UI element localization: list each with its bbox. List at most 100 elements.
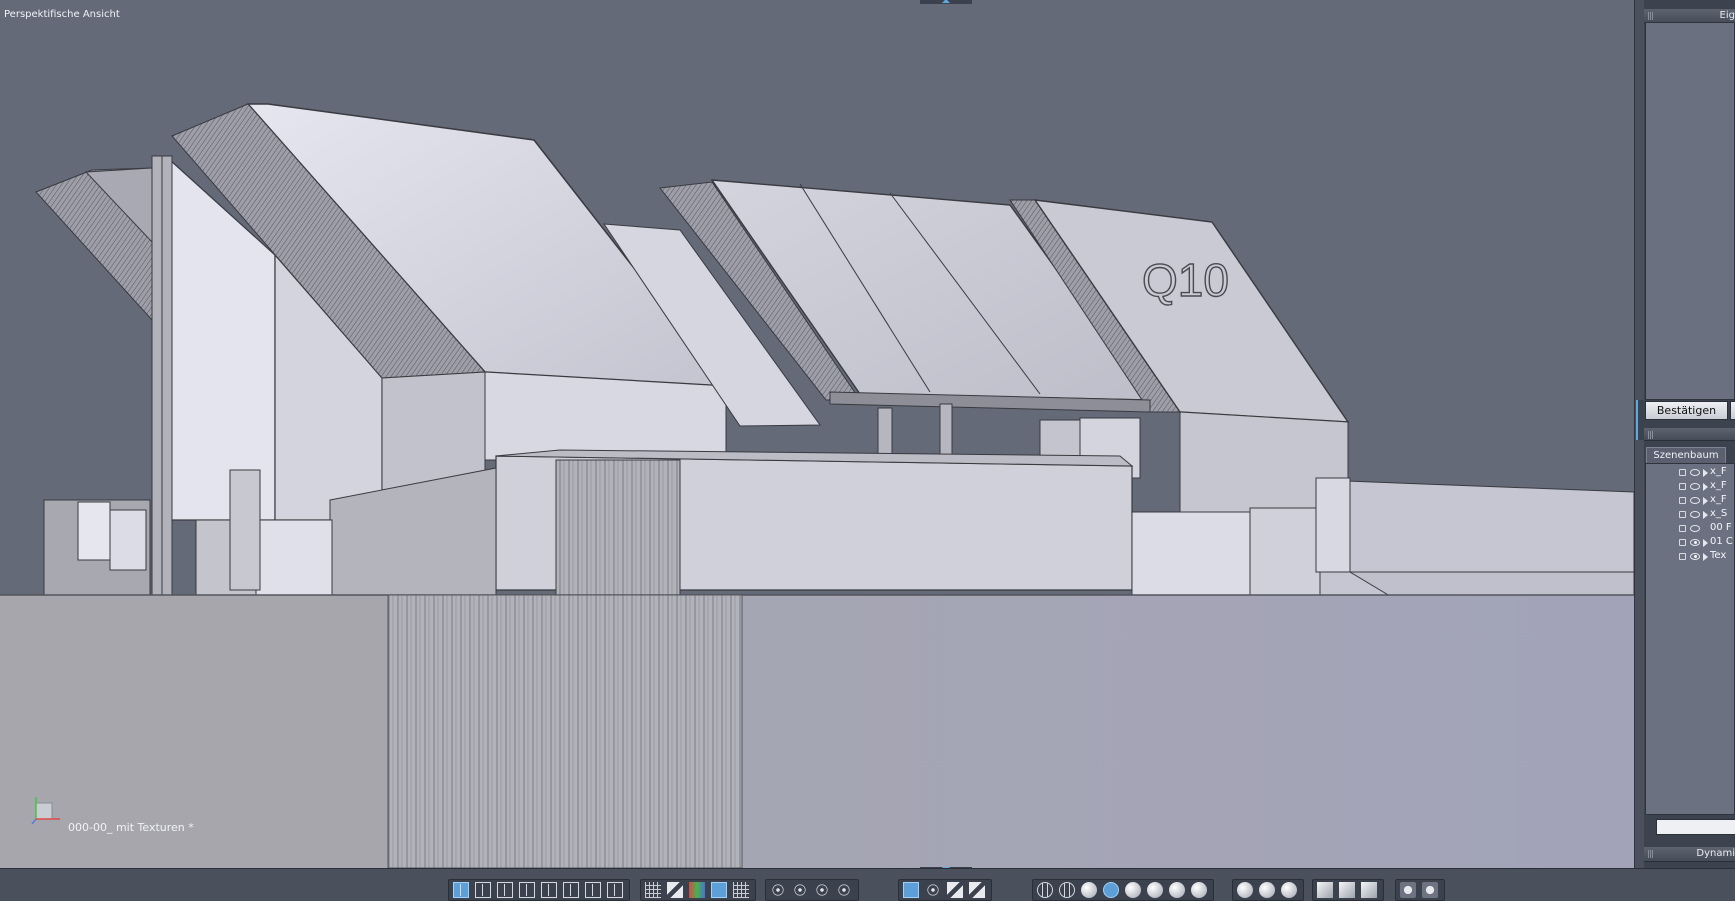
hidden-line-icon[interactable] bbox=[1103, 882, 1119, 898]
right-panel: Eig Bestätigen Szenenbaum x_F x_F x_F x_… bbox=[1644, 0, 1735, 868]
eye-icon[interactable] bbox=[1690, 469, 1700, 476]
lock-icon[interactable] bbox=[1679, 469, 1686, 476]
scene-tree-input[interactable] bbox=[1656, 819, 1735, 835]
lock-icon[interactable] bbox=[1679, 525, 1686, 532]
lock-icon[interactable] bbox=[1679, 553, 1686, 560]
grid-fine-icon[interactable] bbox=[733, 882, 749, 898]
expand-arrow-icon[interactable] bbox=[1703, 469, 1708, 477]
transform-group bbox=[898, 879, 992, 901]
tab-scene-tree[interactable]: Szenenbaum bbox=[1646, 447, 1726, 463]
dynamics-panel-header[interactable]: Dynami bbox=[1644, 847, 1735, 862]
camera-icon[interactable] bbox=[1422, 882, 1438, 898]
tree-item-label: x_S bbox=[1710, 508, 1728, 519]
layout-3b-icon[interactable] bbox=[519, 882, 535, 898]
light-sphere-icon[interactable] bbox=[1237, 882, 1253, 898]
eye-icon[interactable] bbox=[1690, 483, 1700, 490]
move-view-icon[interactable] bbox=[794, 884, 806, 896]
tree-item-label: Tex bbox=[1710, 550, 1727, 561]
wireframe-icon[interactable] bbox=[1037, 882, 1053, 898]
eye-icon[interactable] bbox=[1690, 497, 1700, 504]
layout-2h-icon[interactable] bbox=[475, 882, 491, 898]
panel-splitter[interactable] bbox=[1634, 0, 1644, 868]
fit-view-icon[interactable] bbox=[772, 884, 784, 896]
lock-icon[interactable] bbox=[1679, 497, 1686, 504]
properties-panel-title: Eig bbox=[1719, 10, 1735, 21]
expand-arrow-icon[interactable] bbox=[1703, 511, 1708, 519]
white-sphere-icon[interactable] bbox=[1191, 882, 1207, 898]
tree-item[interactable]: 01 C bbox=[1646, 536, 1735, 550]
panel-icon[interactable] bbox=[1361, 882, 1377, 898]
move-tool-icon[interactable] bbox=[927, 884, 939, 896]
layout-3d-icon[interactable] bbox=[563, 882, 579, 898]
expand-arrow-icon[interactable] bbox=[1703, 497, 1708, 505]
tree-item-label: x_F bbox=[1710, 480, 1727, 491]
flat-shade-icon[interactable] bbox=[1081, 882, 1097, 898]
tree-item-label: x_F bbox=[1710, 466, 1727, 477]
layout-single-icon[interactable] bbox=[453, 882, 469, 898]
zoom-icon[interactable] bbox=[816, 884, 828, 896]
grid-icon[interactable] bbox=[645, 882, 661, 898]
eye-icon[interactable] bbox=[1690, 525, 1700, 532]
color-grid-icon[interactable] bbox=[689, 882, 705, 898]
layout-3a-icon[interactable] bbox=[497, 882, 513, 898]
bottom-toolbar bbox=[0, 868, 1735, 901]
3d-scene: Q10 bbox=[0, 103, 1634, 868]
building-label: Q10 bbox=[1142, 254, 1229, 306]
rotate-tool-icon[interactable] bbox=[947, 882, 963, 898]
expand-arrow-icon[interactable] bbox=[1703, 553, 1708, 561]
tree-item[interactable]: x_F bbox=[1646, 494, 1735, 508]
splitter-grip[interactable] bbox=[1636, 400, 1644, 440]
cube-icon[interactable] bbox=[1317, 882, 1333, 898]
eye-icon[interactable] bbox=[1690, 553, 1700, 560]
spot-light-icon[interactable] bbox=[1259, 882, 1275, 898]
scene-tree: x_F x_F x_F x_S 00 F 01 C Tex bbox=[1645, 463, 1735, 815]
lock-icon[interactable] bbox=[1679, 511, 1686, 518]
tree-item[interactable]: Tex bbox=[1646, 550, 1735, 564]
layout-4-icon[interactable] bbox=[607, 882, 623, 898]
layout-group bbox=[448, 879, 630, 901]
expand-arrow-icon[interactable] bbox=[1703, 483, 1708, 491]
select-arrow-icon[interactable] bbox=[903, 882, 919, 898]
eye-icon[interactable] bbox=[1690, 539, 1700, 546]
3d-viewport[interactable]: Q10 Perspektifische Ansicht 000-00_ mit … bbox=[0, 0, 1634, 868]
viewport-top-handle[interactable] bbox=[920, 0, 972, 4]
view-title[interactable]: Perspektifische Ansicht bbox=[4, 9, 120, 20]
properties-area bbox=[1645, 22, 1735, 400]
grip-icon bbox=[1648, 850, 1654, 858]
texture-icon[interactable] bbox=[711, 882, 727, 898]
smooth-shade-icon[interactable] bbox=[1125, 882, 1141, 898]
grip-icon bbox=[1648, 12, 1654, 20]
layout-3c-icon[interactable] bbox=[541, 882, 557, 898]
confirm-secondary-button[interactable] bbox=[1730, 401, 1735, 420]
axis-gizmo-icon bbox=[31, 797, 60, 825]
navigation-group bbox=[765, 879, 859, 901]
shading-group bbox=[1032, 879, 1214, 901]
tree-item-label: 01 C bbox=[1710, 536, 1733, 547]
eye-icon[interactable] bbox=[838, 884, 850, 896]
tree-item[interactable]: 00 F bbox=[1646, 522, 1735, 536]
grip-icon bbox=[1648, 431, 1654, 439]
eye-icon[interactable] bbox=[1690, 511, 1700, 518]
lock-icon[interactable] bbox=[1679, 483, 1686, 490]
render-icon[interactable] bbox=[1400, 882, 1416, 898]
scale-tool-icon[interactable] bbox=[969, 882, 985, 898]
tab-row: Szenenbaum bbox=[1644, 447, 1735, 464]
wire-sphere-icon[interactable] bbox=[1059, 882, 1075, 898]
gray-sphere-icon[interactable] bbox=[1169, 882, 1185, 898]
confirm-button[interactable]: Bestätigen bbox=[1645, 401, 1728, 420]
dynamics-panel-title: Dynami bbox=[1696, 848, 1735, 859]
scene-panel-header[interactable] bbox=[1644, 428, 1735, 441]
expand-arrow-icon[interactable] bbox=[1703, 539, 1708, 547]
lock-icon[interactable] bbox=[1679, 539, 1686, 546]
file-label: 000-00_ mit Texturen * bbox=[68, 821, 194, 834]
multi-light-icon[interactable] bbox=[1281, 882, 1297, 898]
layout-2v-icon[interactable] bbox=[585, 882, 601, 898]
display-group bbox=[640, 879, 756, 901]
tree-item[interactable]: x_S bbox=[1646, 508, 1735, 522]
tree-item[interactable]: x_F bbox=[1646, 480, 1735, 494]
tree-item-label: x_F bbox=[1710, 494, 1727, 505]
paint-icon[interactable] bbox=[667, 882, 683, 898]
eraser-icon[interactable] bbox=[1339, 882, 1355, 898]
tree-item[interactable]: x_F bbox=[1646, 466, 1735, 480]
textured-icon[interactable] bbox=[1147, 882, 1163, 898]
